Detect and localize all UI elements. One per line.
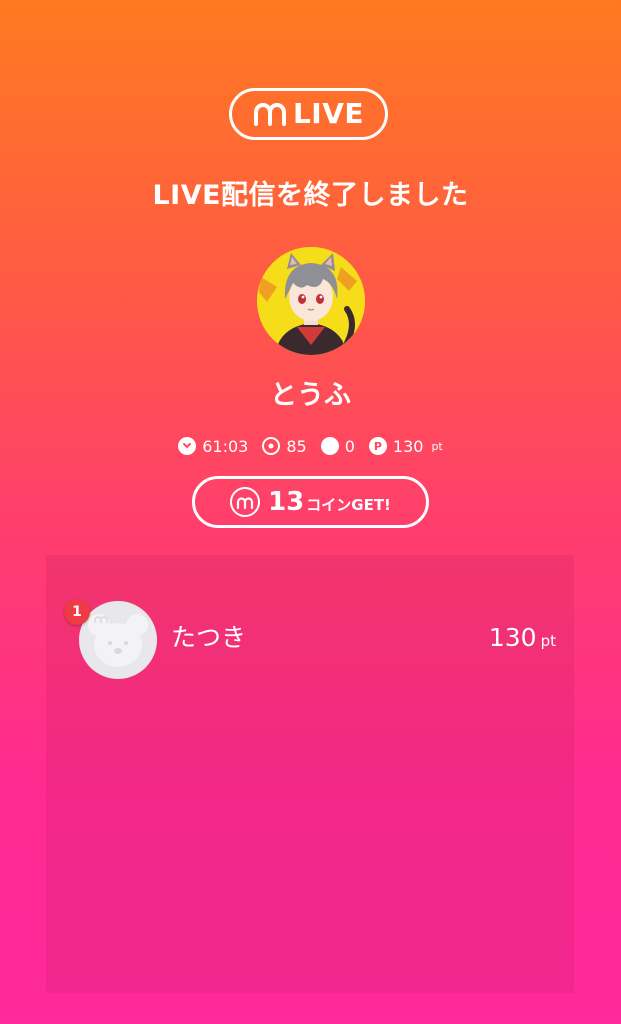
ranking-panel: 1 たつき 130 pt — [46, 555, 574, 993]
rank-badge: 1 — [64, 599, 90, 625]
stat-duration-value: 61:03 — [202, 436, 249, 456]
clock-icon — [178, 437, 197, 455]
m-logo-icon — [253, 103, 286, 126]
viewers-icon — [262, 437, 281, 455]
rank-user-avatar[interactable] — [79, 601, 157, 679]
live-badge: LIVE — [229, 88, 388, 140]
stat-comments-value: 0 — [344, 436, 355, 456]
stat-duration: 61:03 — [178, 437, 248, 456]
comment-icon — [320, 437, 339, 455]
coin-suffix: コインGET! — [306, 496, 391, 514]
coin-icon — [230, 487, 261, 517]
bear-placeholder-icon — [88, 614, 148, 667]
stat-viewers-value: 85 — [286, 436, 307, 456]
badge-text: LIVE — [292, 97, 365, 130]
streamer-name: とうふ — [270, 380, 351, 411]
stat-comments: 0 — [320, 436, 355, 456]
rank-score-value: 130 — [488, 623, 537, 652]
stat-points: P 130 pt — [368, 436, 443, 456]
ranking-row[interactable]: 1 たつき 130 pt — [46, 599, 574, 679]
streamer-avatar[interactable] — [257, 247, 365, 355]
avatar-illustration — [257, 247, 365, 355]
coin-get-button[interactable]: 13 コインGET! — [192, 476, 429, 528]
stat-viewers: 85 — [262, 436, 307, 456]
rank-user-score: 130 pt — [489, 621, 556, 658]
stat-points-value: 130 — [392, 436, 424, 456]
page-title: LIVE配信を終了しました — [152, 180, 469, 211]
rank-user-name: たつき — [171, 623, 247, 652]
stats-row: 61:03 85 0 P 130 pt — [0, 432, 621, 460]
stat-points-unit: pt — [431, 439, 443, 453]
coin-count: 13 — [268, 487, 305, 517]
points-icon: P — [368, 437, 387, 455]
rank-score-unit: pt — [540, 632, 556, 650]
